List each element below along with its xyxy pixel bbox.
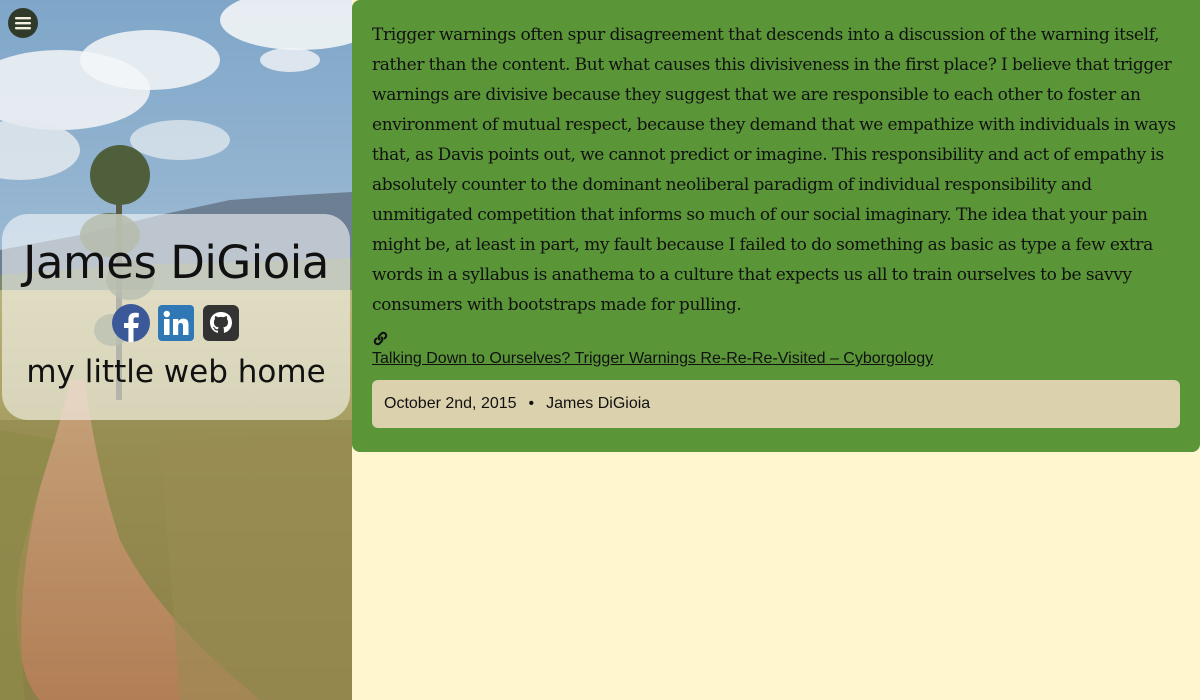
facebook-icon (112, 304, 150, 342)
post-body: Trigger warnings often spur disagreement… (372, 25, 1176, 315)
post-author[interactable]: James DiGioia (546, 395, 650, 413)
post-date[interactable]: October 2nd, 2015 (384, 395, 517, 413)
post-source-link[interactable]: Talking Down to Ourselves? Trigger Warni… (372, 350, 933, 368)
tagline: my little web home (26, 354, 326, 390)
github-link[interactable] (202, 304, 240, 342)
social-links (2, 304, 350, 342)
linkedin-link[interactable] (157, 304, 195, 342)
github-icon (203, 305, 239, 341)
link-icon-row (372, 330, 389, 347)
hamburger-menu-icon (15, 17, 31, 30)
post-card: Trigger warnings often spur disagreement… (352, 0, 1200, 452)
profile-name[interactable]: James DiGioia (2, 214, 350, 292)
profile-card: James DiGioia my little web home (2, 214, 350, 420)
sidebar: James DiGioia my little web home (0, 0, 352, 700)
menu-button[interactable] (8, 8, 38, 38)
page: James DiGioia my little web home Trigger… (0, 0, 1200, 700)
facebook-link[interactable] (112, 304, 150, 342)
link-icon (373, 331, 388, 346)
linkedin-icon (158, 305, 194, 341)
meta-separator: • (528, 395, 535, 412)
post-meta-bar: October 2nd, 2015 • James DiGioia (372, 380, 1180, 428)
